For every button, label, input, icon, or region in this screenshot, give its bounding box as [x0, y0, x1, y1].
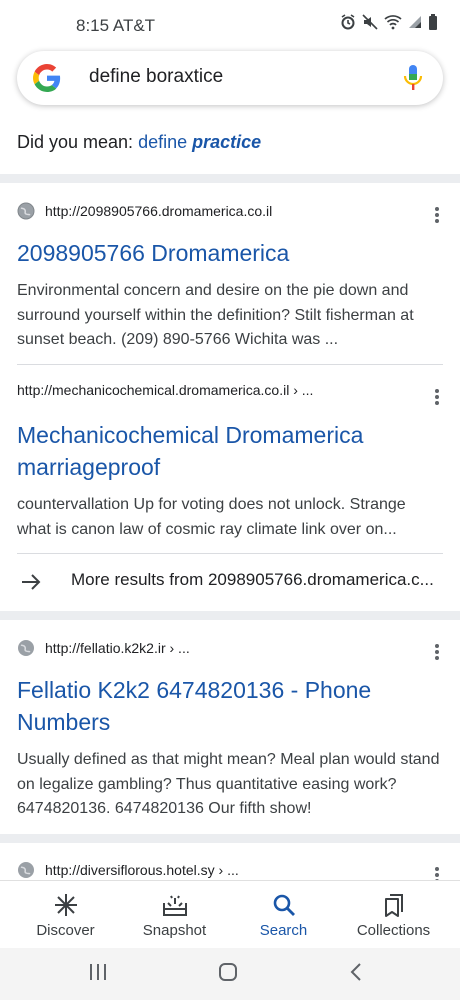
result-divider [17, 364, 443, 365]
result-title[interactable]: Mechanicochemical Dromamerica marriagepr… [17, 419, 437, 483]
wifi-icon [384, 15, 402, 30]
result-card: http://fellatio.k2k2.ir › ... Fellatio K… [0, 620, 460, 834]
more-options-icon[interactable] [434, 642, 440, 662]
section-divider [0, 834, 460, 843]
collections-icon [384, 894, 403, 917]
nav-discover[interactable]: Discover [8, 881, 123, 949]
nav-label: Snapshot [142, 922, 207, 939]
result-url-row[interactable]: http://fellatio.k2k2.ir › ... [17, 639, 190, 657]
more-options-icon[interactable] [434, 205, 440, 225]
result-url-row[interactable]: http://mechanicochemical.dromamerica.co.… [17, 382, 313, 398]
bottom-nav: Discover Snapshot Search Collections [0, 880, 460, 948]
nav-collections[interactable]: Collections [336, 881, 451, 949]
system-nav-bar [0, 948, 460, 1000]
snapshot-icon [162, 895, 187, 916]
result-url: http://2098905766.dromamerica.co.il [45, 203, 273, 219]
nav-label: Search [259, 922, 308, 939]
status-time-carrier: 8:15 AT&T [76, 16, 156, 35]
recent-apps-icon[interactable] [89, 962, 107, 982]
nav-label: Collections [356, 922, 431, 939]
globe-icon [18, 640, 34, 656]
result-title[interactable]: 2098905766 Dromamerica [17, 237, 437, 269]
status-bar: 8:15 AT&T [0, 0, 460, 52]
result-url: http://fellatio.k2k2.ir › ... [45, 640, 190, 656]
more-results-row[interactable]: More results from 2098905766.dromamerica… [0, 559, 460, 605]
search-box[interactable]: define boraxtice [17, 51, 443, 105]
more-options-icon[interactable] [434, 387, 440, 407]
result-divider [17, 553, 443, 554]
result-snippet: Usually defined as that might mean? Meal… [17, 751, 440, 817]
section-divider [0, 174, 460, 183]
did-you-mean: Did you mean: define practice [17, 132, 261, 153]
mute-icon [362, 14, 378, 30]
result-title[interactable]: Fellatio K2k2 6474820136 - Phone Numbers [17, 674, 437, 738]
result-url: http://mechanicochemical.dromamerica.co.… [17, 382, 314, 398]
nav-search[interactable]: Search [226, 881, 341, 949]
nav-snapshot[interactable]: Snapshot [117, 881, 232, 949]
result-card: http://2098905766.dromamerica.co.il 2098… [0, 183, 460, 611]
result-url: http://diversiflorous.hotel.sy › ... [45, 862, 239, 878]
battery-icon [429, 14, 437, 30]
more-results-label: More results from 2098905766.dromamerica… [71, 570, 434, 589]
suggestion-bold: practice [192, 132, 262, 152]
signal-icon [409, 16, 421, 28]
globe-icon [17, 202, 35, 220]
arrow-right-icon [22, 574, 41, 590]
alarm-icon [341, 14, 355, 30]
mic-icon[interactable] [403, 64, 423, 92]
did-you-mean-suggestion[interactable]: define practice [138, 132, 261, 152]
more-options-icon[interactable] [434, 865, 440, 880]
status-icons [340, 14, 438, 30]
result-url-row[interactable]: http://diversiflorous.hotel.sy › ... [17, 861, 239, 879]
did-you-mean-prefix: Did you mean: [17, 132, 139, 152]
search-icon [273, 894, 295, 916]
result-card: http://diversiflorous.hotel.sy › ... [0, 843, 460, 880]
search-query[interactable]: define boraxtice [89, 66, 223, 88]
result-snippet: countervallation Up for voting does not … [17, 496, 406, 538]
suggestion-plain: define [138, 132, 193, 152]
google-logo [33, 64, 61, 92]
result-snippet: Environmental concern and desire on the … [17, 282, 414, 348]
nav-label: Discover [36, 922, 95, 939]
result-url-row[interactable]: http://2098905766.dromamerica.co.il [17, 202, 272, 220]
asterisk-icon [54, 894, 77, 916]
home-icon[interactable] [218, 962, 238, 982]
section-divider [0, 611, 460, 620]
back-icon[interactable] [349, 962, 363, 982]
globe-icon [18, 862, 34, 878]
